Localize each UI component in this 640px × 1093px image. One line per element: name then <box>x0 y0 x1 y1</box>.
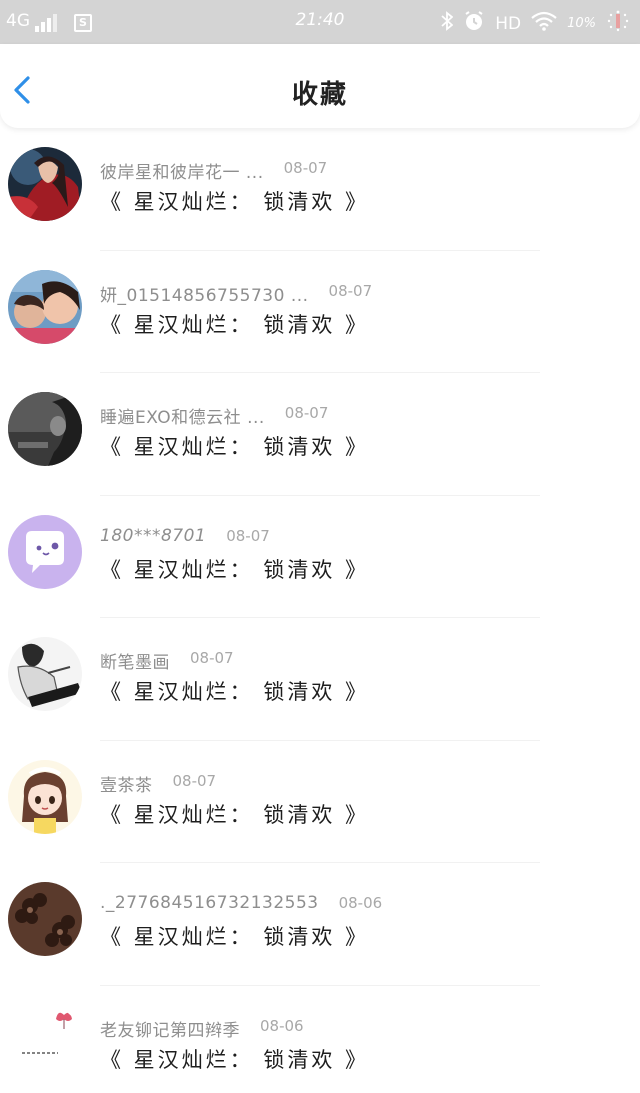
battery-level: 10% <box>567 16 596 31</box>
user-avatar[interactable] <box>8 882 82 956</box>
list-item[interactable]: 妍_01514856755730 ... 08-07 《 星汉灿烂： 锁清欢 》 <box>0 251 640 374</box>
item-title[interactable]: 《 星汉灿烂： 锁清欢 》 <box>100 554 369 584</box>
cartoon-maid-girl-avatar-icon <box>8 759 82 834</box>
item-meta: 断笔墨画 08-07 <box>100 648 234 673</box>
alarm-icon <box>463 10 485 37</box>
bluetooth-icon <box>441 11 454 36</box>
brown-flower-pattern-avatar-icon <box>8 882 82 956</box>
author-name[interactable]: ._277684516732132553 <box>100 893 319 913</box>
item-title[interactable]: 《 星汉灿烂： 锁清欢 》 <box>100 676 369 706</box>
user-avatar[interactable] <box>8 147 82 221</box>
status-bar: 4G S 21:40 HD 10% <box>0 0 640 44</box>
item-title[interactable]: 《 星汉灿烂： 锁清欢 》 <box>100 799 369 829</box>
butterfly-sketch-avatar-icon <box>8 1004 82 1079</box>
user-avatar[interactable] <box>8 1004 82 1079</box>
user-avatar[interactable] <box>8 759 82 834</box>
item-title[interactable]: 《 星汉灿烂： 锁清欢 》 <box>100 431 369 461</box>
app-header: 收藏 <box>0 44 640 128</box>
page-title: 收藏 <box>291 80 348 110</box>
item-date: 08-06 <box>260 1016 304 1035</box>
author-name[interactable]: 睡遍EXO和德云社 ... <box>100 403 265 428</box>
list-item[interactable]: ._277684516732132553 08-06 《 星汉灿烂： 锁清欢 》 <box>0 863 640 986</box>
list-item[interactable]: 睡遍EXO和德云社 ... 08-07 《 星汉灿烂： 锁清欢 》 <box>0 373 640 496</box>
dark-photo-avatar-icon <box>8 392 82 466</box>
item-date: 08-07 <box>283 159 328 177</box>
two-girls-photo-avatar-icon <box>8 269 82 344</box>
list-item[interactable]: 180***8701 08-07 《 星汉灿烂： 锁清欢 》 <box>0 496 640 619</box>
favorites-list: 彼岸星和彼岸花一 ... 08-07 《 星汉灿烂： 锁清欢 》 妍_01514… <box>0 128 640 1093</box>
list-item[interactable]: 彼岸星和彼岸花一 ... 08-07 《 星汉灿烂： 锁清欢 》 <box>0 128 640 251</box>
user-avatar[interactable] <box>8 514 82 589</box>
user-avatar[interactable] <box>8 392 82 466</box>
item-date: 08-07 <box>328 281 373 300</box>
status-right: HD 10% <box>441 9 630 38</box>
wifi-icon <box>531 11 557 36</box>
list-item[interactable]: 断笔墨画 08-07 《 星汉灿烂： 锁清欢 》 <box>0 618 640 741</box>
item-meta: 彼岸星和彼岸花一 ... 08-07 <box>100 158 327 183</box>
author-name[interactable]: 老友铆记第四辫季 <box>100 1016 240 1041</box>
item-meta: 180***8701 08-07 <box>100 526 270 546</box>
item-meta: 妍_01514856755730 ... 08-07 <box>100 281 372 306</box>
fantasy-girl-avatar-icon <box>8 147 82 221</box>
list-item[interactable]: 壹茶茶 08-07 《 星汉灿烂： 锁清欢 》 <box>0 741 640 864</box>
item-date: 08-07 <box>190 649 234 667</box>
author-name[interactable]: 壹茶茶 <box>100 771 153 796</box>
item-meta: ._277684516732132553 08-06 <box>100 893 382 913</box>
user-avatar[interactable] <box>8 637 82 711</box>
user-avatar[interactable] <box>8 269 82 344</box>
item-meta: 老友铆记第四辫季 08-06 <box>100 1016 304 1041</box>
item-title[interactable]: 《 星汉灿烂： 锁清欢 》 <box>100 186 369 216</box>
item-meta: 壹茶茶 08-07 <box>100 771 216 796</box>
battery-icon <box>606 9 630 38</box>
item-date: 08-07 <box>284 404 329 422</box>
item-date: 08-06 <box>338 894 383 912</box>
item-date: 08-07 <box>226 526 270 545</box>
item-title[interactable]: 《 星汉灿烂： 锁清欢 》 <box>100 309 369 339</box>
author-name[interactable]: 180***8701 <box>100 526 206 546</box>
item-meta: 睡遍EXO和德云社 ... 08-07 <box>100 403 328 428</box>
hd-label: HD <box>495 13 522 34</box>
author-name[interactable]: 妍_01514856755730 ... <box>100 281 309 306</box>
author-name[interactable]: 断笔墨画 <box>100 648 170 673</box>
item-date: 08-07 <box>172 771 217 790</box>
item-title[interactable]: 《 星汉灿烂： 锁清欢 》 <box>100 1044 369 1074</box>
list-item[interactable]: 老友铆记第四辫季 08-06 《 星汉灿烂： 锁清欢 》 <box>0 986 640 1093</box>
author-name[interactable]: 彼岸星和彼岸花一 ... <box>100 158 264 183</box>
sketch-person-avatar-icon <box>8 637 82 711</box>
item-title[interactable]: 《 星汉灿烂： 锁清欢 》 <box>100 921 369 951</box>
chat-bubble-default-avatar-icon <box>8 514 82 589</box>
